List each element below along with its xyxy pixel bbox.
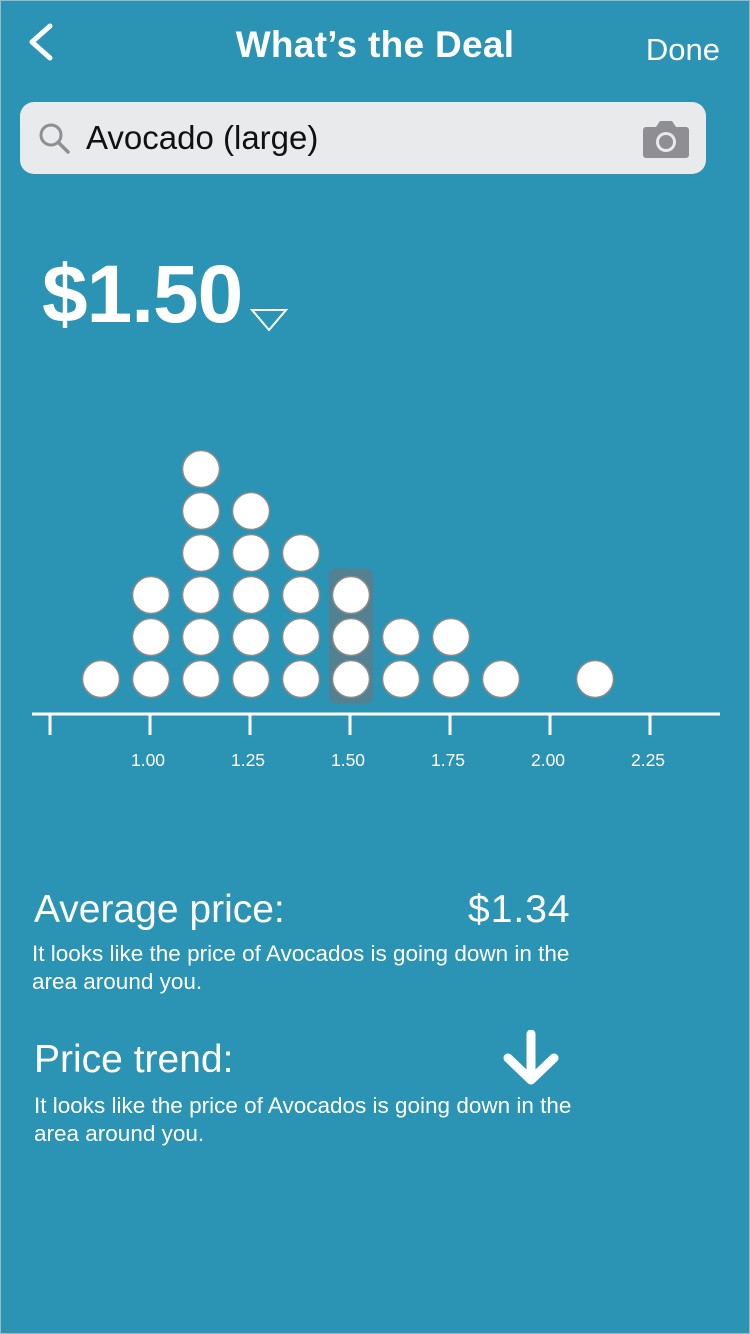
price-dot[interactable] (281, 575, 321, 615)
price-dot[interactable] (231, 533, 271, 573)
price-dot[interactable] (381, 659, 421, 699)
x-tick-label: 1.25 (231, 750, 265, 770)
search-bar[interactable] (20, 102, 706, 174)
price-dot[interactable] (331, 575, 371, 615)
price-dot[interactable] (431, 659, 471, 699)
price-dot[interactable] (231, 575, 271, 615)
price-dot[interactable] (575, 659, 615, 699)
page-title: What’s the Deal (235, 24, 515, 65)
price-dot[interactable] (381, 617, 421, 657)
camera-icon[interactable] (642, 117, 690, 159)
price-dot[interactable] (231, 491, 271, 531)
price-dot[interactable] (331, 659, 371, 699)
price-dot[interactable] (431, 617, 471, 657)
price-dot[interactable] (281, 617, 321, 657)
price-dot[interactable] (181, 533, 221, 573)
done-button[interactable]: Done (646, 32, 720, 68)
price-dot[interactable] (281, 533, 321, 573)
price-trend-description: It looks like the price of Avocados is g… (34, 1093, 572, 1146)
price-dot[interactable] (81, 659, 121, 699)
average-price-value: $1.34 (468, 888, 571, 931)
price-dot[interactable] (181, 491, 221, 531)
price-dot[interactable] (231, 659, 271, 699)
triangle-down-icon[interactable] (250, 308, 288, 332)
price-trend-label: Price trend: (34, 1038, 234, 1081)
price-dot[interactable] (281, 659, 321, 699)
price-distribution-chart: 1.00 1.25 1.50 1.75 2.00 2.25 (32, 449, 720, 770)
x-tick-label: 2.25 (631, 750, 665, 770)
x-tick-label: 1.50 (331, 750, 365, 770)
search-input[interactable] (86, 102, 626, 174)
price-dot[interactable] (331, 617, 371, 657)
current-price: $1.50 (42, 249, 243, 340)
price-dot[interactable] (181, 575, 221, 615)
x-tick-label: 1.00 (131, 750, 165, 770)
price-dot[interactable] (231, 617, 271, 657)
price-dot[interactable] (131, 659, 171, 699)
price-dot[interactable] (481, 659, 521, 699)
x-tick-label: 2.00 (531, 750, 565, 770)
search-icon (39, 123, 70, 154)
price-dot[interactable] (181, 617, 221, 657)
x-tick-label: 1.75 (431, 750, 465, 770)
arrow-down-icon (503, 1030, 559, 1085)
price-dot[interactable] (181, 449, 221, 489)
price-dot[interactable] (181, 659, 221, 699)
price-dot[interactable] (131, 575, 171, 615)
price-dot[interactable] (131, 617, 171, 657)
average-price-label: Average price: (34, 888, 285, 931)
average-price-description: It looks like the price of Avocados is g… (32, 941, 570, 994)
